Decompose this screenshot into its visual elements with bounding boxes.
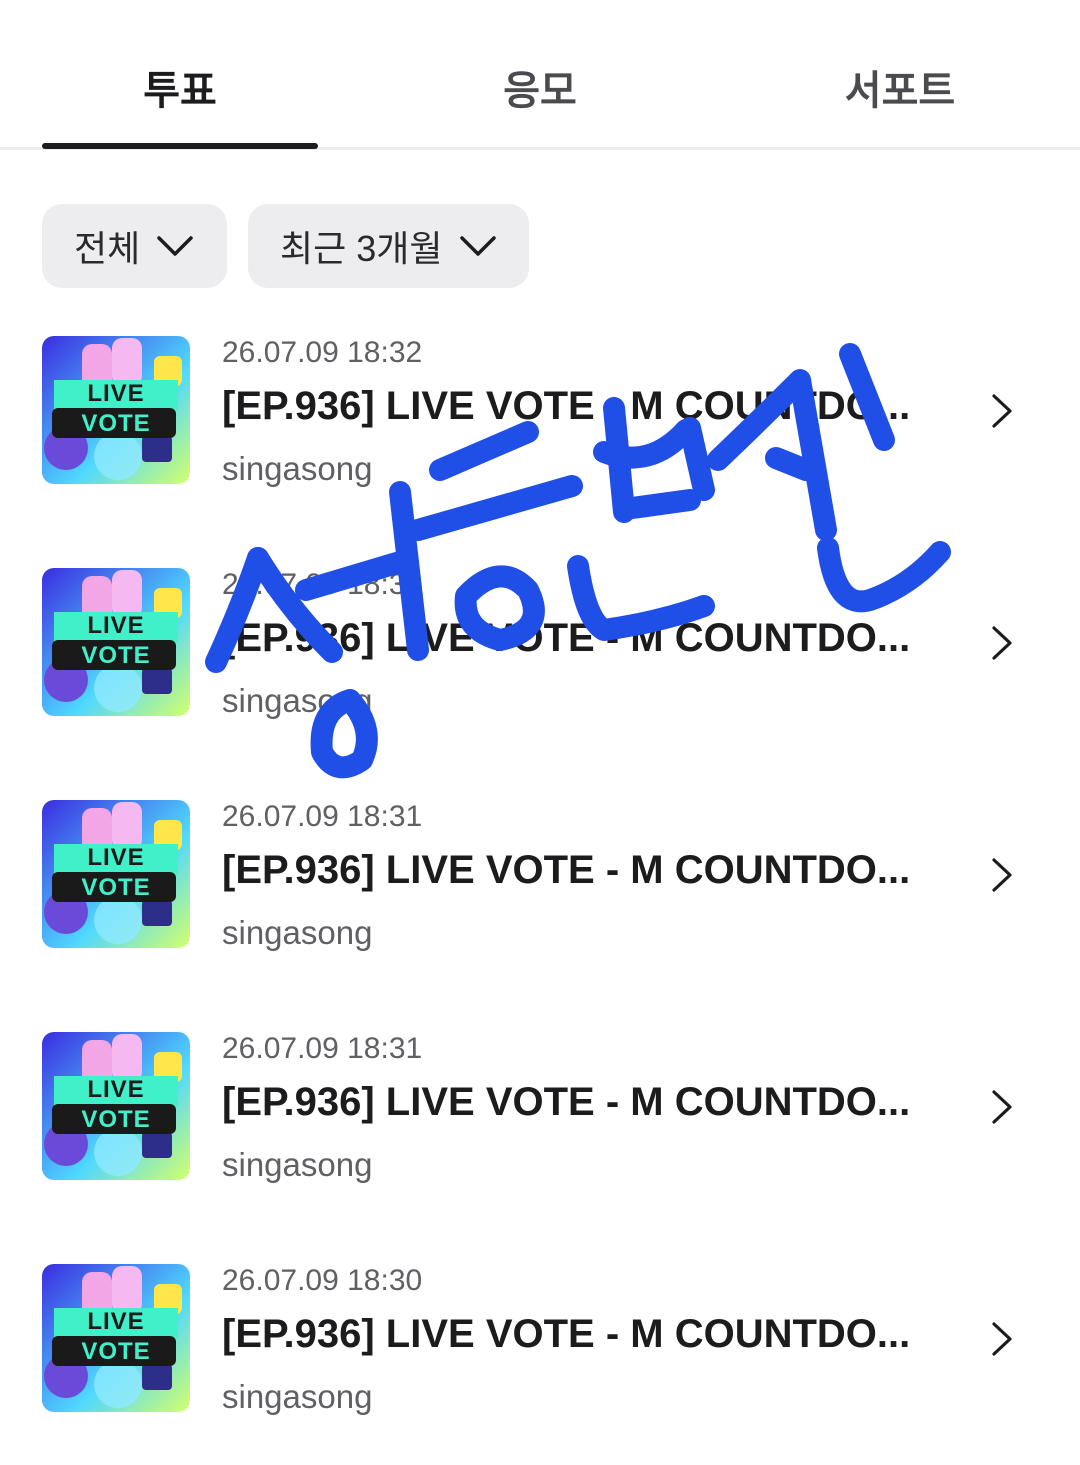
tab-support[interactable]: 서포트: [720, 0, 1080, 150]
thumb-text-live: LIVE: [87, 844, 145, 871]
chevron-right-icon: [992, 858, 1012, 892]
item-author: singasong: [222, 450, 373, 487]
live-vote-thumbnail: LIVE VOTE: [42, 568, 190, 716]
tab-label: 서포트: [844, 69, 956, 113]
item-date: 26.07.09 18:30: [222, 1264, 423, 1297]
live-vote-thumbnail: LIVE VOTE: [42, 800, 190, 948]
list-item[interactable]: LIVE VOTE 26.07.09 18:32 [EP.936] LIVE V…: [0, 336, 1080, 487]
item-date: 26.07.09 18:31: [222, 800, 423, 833]
tab-bar: 투표 응모 서포트: [0, 0, 1080, 150]
list-item[interactable]: LIVE VOTE 26.07.09 18:31 [EP.936] LIVE V…: [0, 800, 1080, 951]
list-item[interactable]: LIVE VOTE 26.07.09 18:30 [EP.936] LIVE V…: [0, 1264, 1080, 1415]
chevron-down-icon: [459, 236, 496, 256]
live-vote-thumbnail: LIVE VOTE: [42, 1264, 190, 1412]
thumb-text-live: LIVE: [87, 1308, 145, 1335]
chevron-right-icon: [992, 1322, 1012, 1356]
tab-vote[interactable]: 투표: [0, 0, 360, 150]
chevron-down-icon: [157, 236, 193, 256]
category-filter-dropdown[interactable]: 전체: [42, 204, 227, 288]
chevron-right-icon: [992, 1090, 1012, 1124]
tab-label: 투표: [143, 69, 217, 113]
thumb-text-vote: VOTE: [81, 410, 151, 437]
item-title: [EP.936] LIVE VOTE - M COUNTDO...: [222, 1080, 911, 1124]
item-date: 26.07.09 18:31: [222, 1032, 423, 1065]
item-author: singasong: [222, 1378, 373, 1415]
item-author: singasong: [222, 1146, 373, 1183]
active-tab-indicator: [42, 143, 318, 149]
category-filter-label: 전체: [74, 228, 141, 269]
thumb-text-vote: VOTE: [81, 874, 151, 901]
chevron-right-icon: [992, 394, 1012, 428]
list-item[interactable]: LIVE VOTE 26.07.09 18:31 [EP.936] LIVE V…: [0, 1032, 1080, 1183]
item-title: [EP.936] LIVE VOTE - M COUNTDO...: [222, 384, 911, 428]
live-vote-thumbnail: LIVE VOTE: [42, 336, 190, 484]
chevron-right-icon: [992, 626, 1012, 660]
item-author: singasong: [222, 682, 373, 719]
item-date: 26.07.09 18:32: [222, 336, 423, 369]
thumb-text-live: LIVE: [87, 380, 145, 407]
tab-apply[interactable]: 응모: [360, 0, 720, 150]
thumb-text-vote: VOTE: [81, 642, 151, 669]
period-filter-label: 최근 3개월: [280, 228, 443, 269]
item-title: [EP.936] LIVE VOTE - M COUNTDO...: [222, 616, 911, 660]
thumb-text-live: LIVE: [87, 612, 145, 639]
list-item[interactable]: LIVE VOTE 26.07.09 18:31 [EP.936] LIVE V…: [0, 568, 1080, 719]
item-title: [EP.936] LIVE VOTE - M COUNTDO...: [222, 848, 911, 892]
vote-history-screen: 투표 응모 서포트 전체 최근 3개월 LIVE VOTE 26.07.09 1…: [0, 0, 1080, 1465]
thumb-text-vote: VOTE: [81, 1338, 151, 1365]
period-filter-dropdown[interactable]: 최근 3개월: [248, 204, 529, 288]
thumb-text-live: LIVE: [87, 1076, 145, 1103]
tab-label: 응모: [503, 69, 577, 113]
thumb-text-vote: VOTE: [81, 1106, 151, 1133]
item-author: singasong: [222, 914, 373, 951]
item-title: [EP.936] LIVE VOTE - M COUNTDO...: [222, 1312, 911, 1356]
live-vote-thumbnail: LIVE VOTE: [42, 1032, 190, 1180]
item-date: 26.07.09 18:31: [222, 568, 423, 601]
